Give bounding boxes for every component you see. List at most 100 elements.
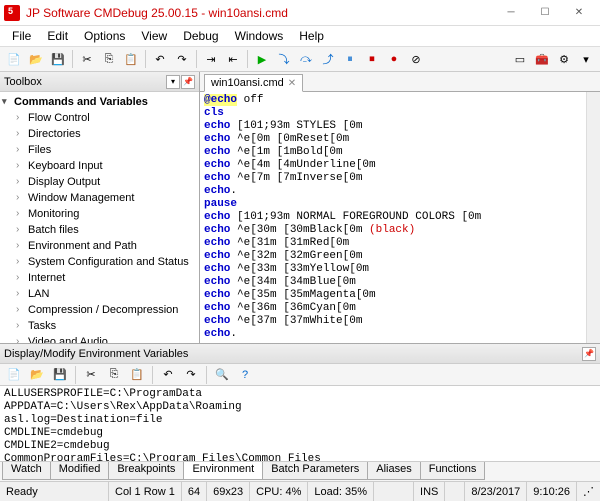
indent-icon[interactable]: ⇥ — [201, 49, 221, 69]
menu-bar: File Edit Options View Debug Windows Hel… — [0, 26, 600, 46]
env-paste-icon[interactable]: 📋 — [127, 365, 147, 385]
env-tab[interactable]: Batch Parameters — [262, 462, 368, 480]
menu-windows[interactable]: Windows — [227, 27, 292, 45]
step-over-icon[interactable]: ⤼ — [296, 49, 316, 69]
paste-icon[interactable]: 📋 — [121, 49, 141, 69]
env-cut-icon[interactable]: ✂ — [81, 365, 101, 385]
tree-item[interactable]: Directories — [2, 126, 197, 142]
env-undo-icon[interactable]: ↶ — [158, 365, 178, 385]
status-count: 64 — [182, 482, 207, 501]
status-size: 69x23 — [207, 482, 250, 501]
resize-grip-icon[interactable]: ⋰ — [577, 482, 600, 501]
env-find-icon[interactable]: 🔍 — [212, 365, 232, 385]
menu-debug[interactable]: Debug — [175, 27, 226, 45]
menu-options[interactable]: Options — [76, 27, 133, 45]
save-icon[interactable]: 💾 — [48, 49, 68, 69]
env-panel-pin-icon[interactable]: 📌 — [582, 347, 596, 361]
toolbox-tree[interactable]: Commands and Variables Flow ControlDirec… — [0, 92, 199, 343]
env-open-icon[interactable]: 📂 — [27, 365, 47, 385]
env-toolbar: 📄 📂 💾 ✂ ⎘ 📋 ↶ ↷ 🔍 ? — [0, 364, 600, 386]
menu-help[interactable]: Help — [291, 27, 332, 45]
env-tab[interactable]: Breakpoints — [108, 462, 184, 480]
env-tab[interactable]: Modified — [50, 462, 110, 480]
window-title: JP Software CMDebug 25.00.15 - win10ansi… — [26, 6, 494, 20]
status-date: 8/23/2017 — [465, 482, 527, 501]
tree-item[interactable]: Compression / Decompression — [2, 302, 197, 318]
editor-scrollbar[interactable] — [586, 92, 600, 343]
tree-item[interactable]: System Configuration and Status — [2, 254, 197, 270]
env-tabs: WatchModifiedBreakpointsEnvironmentBatch… — [0, 461, 600, 481]
maximize-button[interactable]: ☐ — [528, 1, 562, 25]
tab-close-icon[interactable]: ✕ — [288, 78, 296, 89]
status-ins: INS — [414, 482, 445, 501]
tree-root[interactable]: Commands and Variables — [2, 94, 197, 110]
env-new-icon[interactable]: 📄 — [4, 365, 24, 385]
menu-edit[interactable]: Edit — [39, 27, 76, 45]
toolbox-icon[interactable]: 🧰 — [532, 49, 552, 69]
new-icon[interactable]: 📄 — [4, 49, 24, 69]
toolbox-panel: Toolbox ▾ 📌 Commands and Variables Flow … — [0, 72, 200, 343]
options-icon[interactable]: ⚙ — [554, 49, 574, 69]
outdent-icon[interactable]: ⇤ — [223, 49, 243, 69]
toolbox-header: Toolbox ▾ 📌 — [0, 72, 199, 92]
env-redo-icon[interactable]: ↷ — [181, 365, 201, 385]
step-out-icon[interactable]: ⤴ — [318, 49, 338, 69]
env-tab[interactable]: Aliases — [367, 462, 420, 480]
minimize-button[interactable]: ─ — [494, 1, 528, 25]
menu-file[interactable]: File — [4, 27, 39, 45]
record-icon[interactable]: ● — [384, 49, 404, 69]
app-icon — [4, 5, 20, 21]
tree-item[interactable]: Flow Control — [2, 110, 197, 126]
dropdown-icon[interactable]: ▾ — [576, 49, 596, 69]
env-copy-icon[interactable]: ⎘ — [104, 365, 124, 385]
tree-item[interactable]: Display Output — [2, 174, 197, 190]
tree-item[interactable]: Video and Audio — [2, 334, 197, 343]
panel-dropdown-icon[interactable]: ▾ — [166, 75, 180, 89]
title-bar: JP Software CMDebug 25.00.15 - win10ansi… — [0, 0, 600, 26]
undo-icon[interactable]: ↶ — [150, 49, 170, 69]
tree-item[interactable]: Tasks — [2, 318, 197, 334]
step-into-icon[interactable]: ⤵ — [274, 49, 294, 69]
close-button[interactable]: ✕ — [562, 1, 596, 25]
status-cpu: CPU: 4% — [250, 482, 308, 501]
toolbox-title: Toolbox — [4, 76, 166, 88]
env-panel-header: Display/Modify Environment Variables 📌 — [0, 344, 600, 364]
tab-label: win10ansi.cmd — [211, 77, 284, 89]
tree-item[interactable]: LAN — [2, 286, 197, 302]
tree-item[interactable]: Window Management — [2, 190, 197, 206]
editor-area: win10ansi.cmd ✕ @echo offclsecho [101;93… — [200, 72, 600, 343]
tree-item[interactable]: Environment and Path — [2, 238, 197, 254]
pause-icon[interactable]: ⏸ — [340, 49, 360, 69]
main-toolbar: 📄 📂 💾 ✂ ⎘ 📋 ↶ ↷ ⇥ ⇤ ▶ ⤵ ⤼ ⤴ ⏸ ⏹ ● ⊘ ▭ 🧰 … — [0, 46, 600, 72]
panel-pin-icon[interactable]: 📌 — [181, 75, 195, 89]
stop-icon[interactable]: ⏹ — [362, 49, 382, 69]
env-panel: Display/Modify Environment Variables 📌 📄… — [0, 343, 600, 481]
tree-item[interactable]: Files — [2, 142, 197, 158]
window-icon[interactable]: ▭ — [510, 49, 530, 69]
redo-icon[interactable]: ↷ — [172, 49, 192, 69]
status-pos: Col 1 Row 1 — [109, 482, 182, 501]
tab-strip: win10ansi.cmd ✕ — [200, 72, 600, 92]
env-tab[interactable]: Environment — [183, 462, 263, 480]
env-text-area[interactable]: ALLUSERSPROFILE=C:\ProgramDataAPPDATA=C:… — [0, 386, 600, 461]
tree-item[interactable]: Keyboard Input — [2, 158, 197, 174]
code-editor[interactable]: @echo offclsecho [101;93m STYLES [0mecho… — [200, 92, 586, 343]
tree-item[interactable]: Internet — [2, 270, 197, 286]
env-panel-title: Display/Modify Environment Variables — [4, 348, 582, 360]
env-tab[interactable]: Watch — [2, 462, 51, 480]
status-load: Load: 35% — [308, 482, 374, 501]
status-time: 9:10:26 — [527, 482, 577, 501]
env-help-icon[interactable]: ? — [235, 365, 255, 385]
cut-icon[interactable]: ✂ — [77, 49, 97, 69]
run-icon[interactable]: ▶ — [252, 49, 272, 69]
env-save-icon[interactable]: 💾 — [50, 365, 70, 385]
breakpoint-icon[interactable]: ⊘ — [406, 49, 426, 69]
tree-item[interactable]: Monitoring — [2, 206, 197, 222]
menu-view[interactable]: View — [133, 27, 175, 45]
file-tab[interactable]: win10ansi.cmd ✕ — [204, 74, 303, 92]
open-icon[interactable]: 📂 — [26, 49, 46, 69]
env-tab[interactable]: Functions — [420, 462, 486, 480]
tree-item[interactable]: Batch files — [2, 222, 197, 238]
status-bar: Ready Col 1 Row 1 64 69x23 CPU: 4% Load:… — [0, 481, 600, 501]
copy-icon[interactable]: ⎘ — [99, 49, 119, 69]
